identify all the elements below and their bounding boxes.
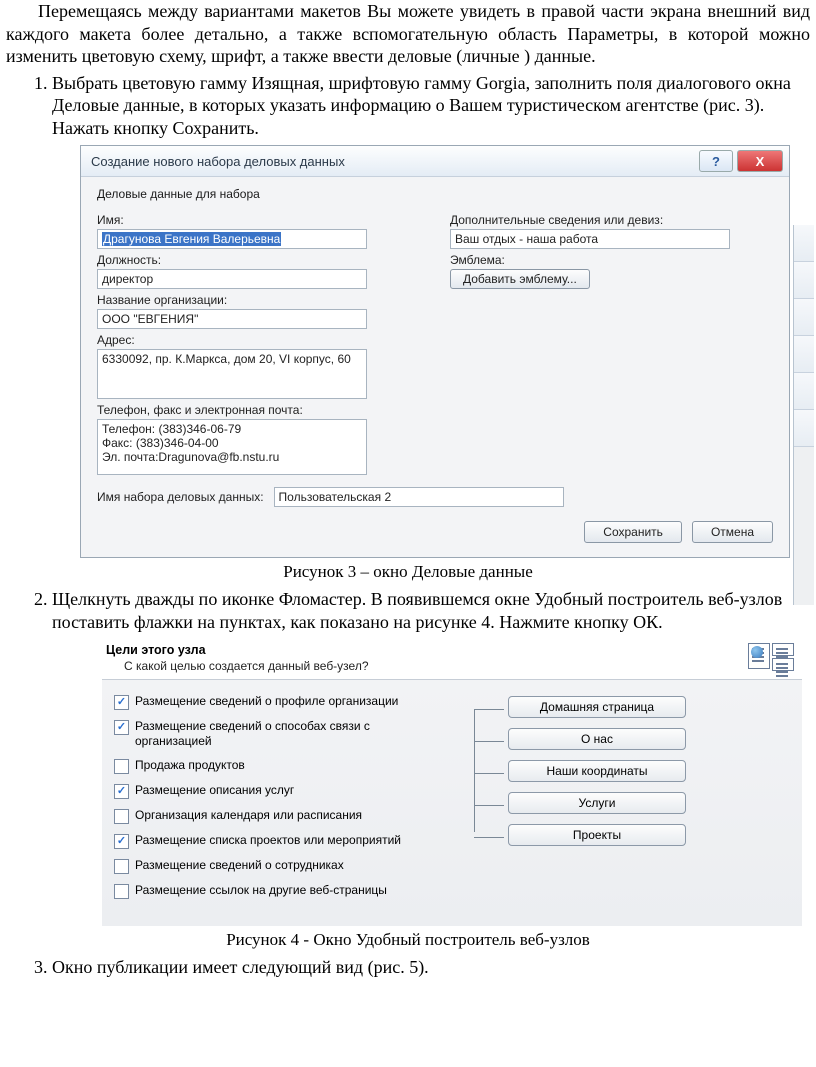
tree-node: Проекты bbox=[508, 824, 790, 846]
checkbox[interactable] bbox=[114, 784, 129, 799]
tree-node: Услуги bbox=[508, 792, 790, 814]
tree-node-box[interactable]: Домашняя страница bbox=[508, 696, 686, 718]
input-org[interactable]: ООО "ЕВГЕНИЯ" bbox=[97, 309, 367, 329]
checkbox-label: Размещение сведений о профиле организаци… bbox=[135, 694, 398, 709]
help-button[interactable]: ? bbox=[699, 150, 733, 172]
checkbox-row: Размещение описания услуг bbox=[114, 783, 434, 799]
dlg2-title: Цели этого узла bbox=[106, 643, 748, 657]
checkbox[interactable] bbox=[114, 695, 129, 710]
checkbox[interactable] bbox=[114, 834, 129, 849]
input-job[interactable]: директор bbox=[97, 269, 367, 289]
checkbox-row: Организация календаря или расписания bbox=[114, 808, 434, 824]
checkbox-label: Размещение сведений о способах связи с о… bbox=[135, 719, 434, 749]
checkbox-row: Размещение сведений о способах связи с о… bbox=[114, 719, 434, 749]
step-1: Выбрать цветовую гамму Изящная, шрифтову… bbox=[52, 72, 810, 140]
cancel-button[interactable]: Отмена bbox=[692, 521, 773, 543]
checkbox[interactable] bbox=[114, 884, 129, 899]
save-button[interactable]: Сохранить bbox=[584, 521, 682, 543]
checkbox-row: Размещение списка проектов или мероприят… bbox=[114, 833, 434, 849]
checkbox-row: Размещение сведений о профиле организаци… bbox=[114, 694, 434, 710]
checkbox[interactable] bbox=[114, 759, 129, 774]
checkbox-label: Размещение ссылок на другие веб-страницы bbox=[135, 883, 387, 898]
tree-node-box[interactable]: Проекты bbox=[508, 824, 686, 846]
step-2: Щелкнуть дважды по иконке Фломастер. В п… bbox=[52, 588, 810, 633]
background-strip bbox=[793, 225, 814, 605]
dialog-title: Создание нового набора деловых данных bbox=[91, 154, 699, 169]
tree-node-box[interactable]: О нас bbox=[508, 728, 686, 750]
checkbox-label: Организация календаря или расписания bbox=[135, 808, 362, 823]
globe-doc-icon bbox=[748, 643, 770, 669]
checkbox-label: Продажа продуктов bbox=[135, 758, 245, 773]
label-emblem: Эмблема: bbox=[450, 253, 773, 267]
caption-fig4: Рисунок 4 - Окно Удобный построитель веб… bbox=[6, 930, 810, 950]
label-name: Имя: bbox=[97, 213, 420, 227]
label-org: Название организации: bbox=[97, 293, 420, 307]
input-address[interactable]: 6330092, пр. К.Маркса, дом 20, VI корпус… bbox=[97, 349, 367, 399]
label-addr: Адрес: bbox=[97, 333, 420, 347]
checkbox-label: Размещение описания услуг bbox=[135, 783, 294, 798]
label-contact: Телефон, факс и электронная почта: bbox=[97, 403, 420, 417]
checkbox-label: Размещение списка проектов или мероприят… bbox=[135, 833, 401, 848]
checkbox-row: Размещение сведений о сотрудниках bbox=[114, 858, 434, 874]
close-button[interactable]: X bbox=[737, 150, 783, 172]
label-job: Должность: bbox=[97, 253, 420, 267]
label-extra: Дополнительные сведения или девиз: bbox=[450, 213, 773, 227]
tree-node-box[interactable]: Наши координаты bbox=[508, 760, 686, 782]
steps-list: Выбрать цветовую гамму Изящная, шрифтову… bbox=[6, 72, 810, 140]
step-3: Окно публикации имеет следующий вид (рис… bbox=[52, 956, 810, 979]
tree-node: Домашняя страница bbox=[508, 696, 790, 718]
add-emblem-button[interactable]: Добавить эмблему... bbox=[450, 269, 590, 289]
checkbox-label: Размещение сведений о сотрудниках bbox=[135, 858, 344, 873]
tree-node-box[interactable]: Услуги bbox=[508, 792, 686, 814]
tree-node: О нас bbox=[508, 728, 790, 750]
checkbox[interactable] bbox=[114, 809, 129, 824]
business-data-dialog: Создание нового набора деловых данных ? … bbox=[80, 145, 790, 558]
steps-list-2: Щелкнуть дважды по иконке Фломастер. В п… bbox=[6, 588, 810, 633]
doc-icon bbox=[772, 643, 794, 656]
checkbox[interactable] bbox=[114, 859, 129, 874]
site-builder-dialog: Цели этого узла С какой целью создается … bbox=[102, 639, 802, 926]
input-extra[interactable]: Ваш отдых - наша работа bbox=[450, 229, 730, 249]
checkbox-row: Размещение ссылок на другие веб-страницы bbox=[114, 883, 434, 899]
steps-list-3: Окно публикации имеет следующий вид (рис… bbox=[6, 956, 810, 979]
tree-node: Наши координаты bbox=[508, 760, 790, 782]
section-heading: Деловые данные для набора bbox=[97, 187, 773, 201]
input-name[interactable]: Драгунова Евгения Валерьевна bbox=[97, 229, 367, 249]
dlg2-subtitle: С какой целью создается данный веб-узел? bbox=[124, 659, 748, 673]
doc-icon bbox=[772, 658, 794, 671]
intro-paragraph: Перемещаясь между вариантами макетов Вы … bbox=[6, 0, 810, 68]
checkbox-row: Продажа продуктов bbox=[114, 758, 434, 774]
checkbox[interactable] bbox=[114, 720, 129, 735]
label-setname: Имя набора деловых данных: bbox=[97, 490, 264, 504]
header-icons bbox=[748, 643, 794, 671]
input-setname[interactable]: Пользовательская 2 bbox=[274, 487, 564, 507]
titlebar: Создание нового набора деловых данных ? … bbox=[81, 146, 789, 177]
caption-fig3: Рисунок 3 – окно Деловые данные bbox=[6, 562, 810, 582]
input-contact[interactable]: Телефон: (383)346-06-79 Факс: (383)346-0… bbox=[97, 419, 367, 475]
